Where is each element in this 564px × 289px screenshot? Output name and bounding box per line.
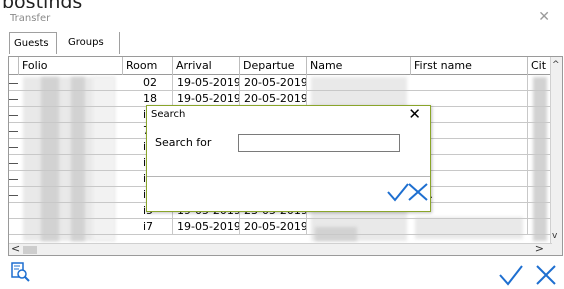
column-header-city[interactable]: Cit xyxy=(528,57,552,75)
column-header-arrival[interactable]: Arrival xyxy=(173,57,240,75)
close-icon[interactable]: ✕ xyxy=(538,10,550,24)
first-name-cell xyxy=(411,75,528,91)
scroll-left-icon[interactable]: < xyxy=(11,242,20,255)
horizontal-scrollbar[interactable]: < > xyxy=(9,242,552,255)
grid-header: Folio Room Arrival Departue Name First n… xyxy=(9,57,562,75)
vertical-scrollbar[interactable]: ^ v xyxy=(550,57,562,255)
scroll-right-icon[interactable]: > xyxy=(535,242,544,255)
arrival-cell: 19-05-2019 xyxy=(173,219,240,235)
row-indicator-header xyxy=(9,57,19,75)
scroll-thumb[interactable] xyxy=(23,246,37,254)
row-marker xyxy=(9,195,18,196)
row-marker xyxy=(9,163,18,164)
column-header-room[interactable]: Room xyxy=(123,57,173,75)
row-marker xyxy=(9,179,18,180)
departure-cell: 20-05-2019 xyxy=(240,75,307,91)
room-cell: i7 xyxy=(123,219,173,235)
column-header-name[interactable]: Name xyxy=(307,57,411,75)
search-input[interactable] xyxy=(238,134,400,152)
cancel-x-icon[interactable] xyxy=(407,182,429,205)
scroll-down-icon[interactable]: v xyxy=(552,231,557,241)
window-title: Transfer xyxy=(10,13,51,24)
arrival-cell: 19-05-2019 xyxy=(173,75,240,91)
cancel-x-icon[interactable] xyxy=(535,264,557,289)
search-label: Search for xyxy=(155,136,212,149)
row-marker xyxy=(9,115,18,116)
row-marker xyxy=(9,147,18,148)
scroll-up-icon[interactable]: ^ xyxy=(552,60,560,70)
tab-groups[interactable]: Groups xyxy=(64,32,120,54)
column-header-folio[interactable]: Folio xyxy=(19,57,123,75)
table-row[interactable]: i7 19-05-2019 20-05-2019 xyxy=(9,219,552,235)
dialog-title: Search xyxy=(151,109,186,120)
transfer-window: Transfer ✕ Guests Groups Folio Room Arri… xyxy=(0,8,564,289)
departure-cell: 20-05-2019 xyxy=(240,219,307,235)
row-marker xyxy=(9,99,18,100)
first-name-cell xyxy=(411,219,528,235)
column-header-first-name[interactable]: First name xyxy=(411,57,528,75)
dialog-divider xyxy=(147,176,430,177)
checkmark-icon[interactable] xyxy=(387,182,409,205)
close-icon[interactable]: ✕ xyxy=(408,107,421,122)
checkmark-icon[interactable] xyxy=(499,264,523,289)
search-dialog: Search ✕ Search for xyxy=(146,105,431,212)
tab-guests[interactable]: Guests xyxy=(9,32,57,54)
column-header-departure[interactable]: Departue xyxy=(240,57,307,75)
search-document-icon[interactable] xyxy=(10,262,30,285)
row-marker xyxy=(9,131,18,132)
table-row[interactable]: 02 19-05-2019 20-05-2019 xyxy=(9,75,552,91)
room-cell: 02 xyxy=(123,75,173,91)
row-marker xyxy=(9,83,18,84)
